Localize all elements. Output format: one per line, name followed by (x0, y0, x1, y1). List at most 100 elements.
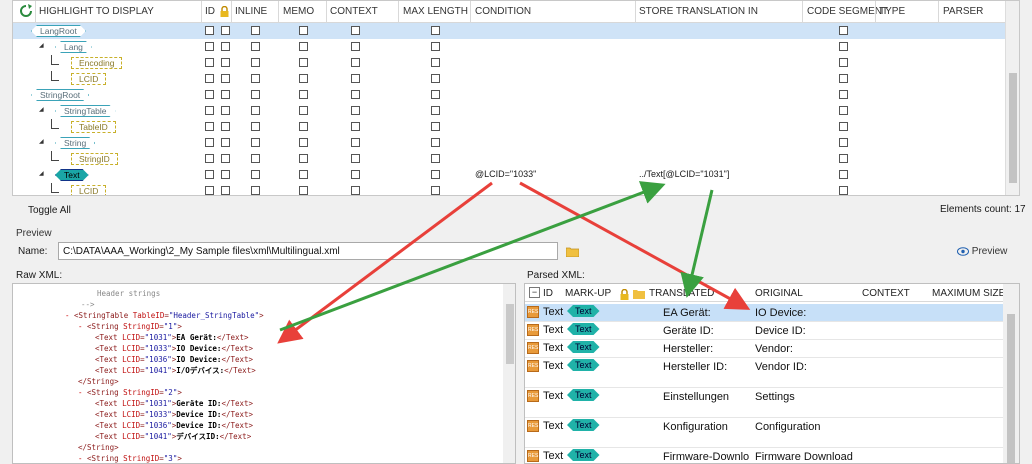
checkbox[interactable] (351, 58, 360, 67)
grid-row[interactable]: LCID (13, 183, 1005, 195)
checkbox[interactable] (351, 26, 360, 35)
checkbox[interactable] (839, 122, 848, 131)
translated-cell[interactable]: Geräte ID: (663, 325, 714, 337)
checkbox[interactable] (351, 74, 360, 83)
checkbox[interactable] (351, 138, 360, 147)
checkbox[interactable] (839, 138, 848, 147)
checkbox[interactable] (205, 186, 214, 195)
checkbox[interactable] (221, 26, 230, 35)
col-store-translation[interactable]: STORE TRANSLATION IN (639, 6, 758, 17)
expand-arrow-icon[interactable]: ◢ (39, 42, 44, 49)
grid-row[interactable]: StringRoot (13, 87, 1005, 103)
checkbox[interactable] (431, 42, 440, 51)
parsed-col-markup[interactable]: MARK-UP (565, 288, 611, 299)
checkbox[interactable] (839, 90, 848, 99)
translated-cell[interactable]: Hersteller ID: (663, 361, 727, 373)
grid-row[interactable]: LangRoot (13, 23, 1005, 39)
col-condition[interactable]: CONDITION (475, 6, 531, 17)
checkbox[interactable] (431, 122, 440, 131)
preview-button[interactable]: Preview (957, 246, 1007, 257)
checkbox[interactable] (431, 186, 440, 195)
checkbox[interactable] (221, 106, 230, 115)
node-tag[interactable]: LCID (71, 73, 107, 85)
markup-tag[interactable]: Text (567, 389, 600, 401)
parsed-row[interactable]: RES Text Text Firmware-Downlo Firmware Downl… (525, 448, 1003, 463)
checkbox[interactable] (839, 42, 848, 51)
expand-icon[interactable]: − (529, 287, 540, 298)
col-parser[interactable]: PARSER (943, 6, 983, 17)
checkbox[interactable] (251, 138, 260, 147)
expand-arrow-icon[interactable]: ◢ (39, 170, 44, 177)
translated-cell[interactable]: Hersteller: (663, 343, 713, 355)
checkbox[interactable] (431, 170, 440, 179)
checkbox[interactable] (221, 186, 230, 195)
checkbox[interactable] (299, 186, 308, 195)
col-memo[interactable]: MEMO (283, 6, 314, 17)
grid-row[interactable]: ◢ Text @LCID="1033" ../Text[@LCID="1031"] (13, 167, 1005, 183)
checkbox[interactable] (251, 42, 260, 51)
expand-arrow-icon[interactable]: ◢ (39, 138, 44, 145)
checkbox[interactable] (299, 90, 308, 99)
checkbox[interactable] (205, 122, 214, 131)
grid-row[interactable]: ◢ String (13, 135, 1005, 151)
parsed-col-context[interactable]: CONTEXT (862, 288, 910, 299)
checkbox[interactable] (299, 58, 308, 67)
raw-xml-panel[interactable]: Header strings --> - <StringTable TableID=… (12, 283, 516, 464)
checkbox[interactable] (221, 90, 230, 99)
node-tag[interactable]: StringID (71, 153, 118, 165)
node-tag[interactable]: LangRoot (31, 25, 86, 37)
parsed-row[interactable]: RES Text Text EA Gerät: IO Device: (525, 304, 1003, 322)
grid-scrollbar[interactable] (1005, 1, 1019, 195)
parsed-row[interactable]: RES Text Text Einstellungen Settings (525, 388, 1003, 418)
parsed-xml-panel[interactable]: − ID MARK-UP TRANSLATED ORIGINAL CONTEXT… (524, 283, 1020, 464)
checkbox[interactable] (251, 58, 260, 67)
checkbox[interactable] (299, 106, 308, 115)
checkbox[interactable] (251, 170, 260, 179)
grid-row[interactable]: StringID (13, 151, 1005, 167)
checkbox[interactable] (839, 58, 848, 67)
checkbox[interactable] (299, 138, 308, 147)
checkbox[interactable] (299, 26, 308, 35)
col-id[interactable]: ID (205, 6, 215, 17)
parsed-row[interactable]: RES Text Text Konfiguration Configuration (525, 418, 1003, 448)
markup-tag[interactable]: Text (567, 359, 600, 371)
checkbox[interactable] (351, 106, 360, 115)
checkbox[interactable] (205, 170, 214, 179)
node-tag[interactable]: LCID (71, 185, 107, 195)
node-tag[interactable]: Encoding (71, 57, 123, 69)
condition-value[interactable]: @LCID="1033" (475, 169, 536, 179)
checkbox[interactable] (431, 58, 440, 67)
grid-row[interactable]: ◢ StringTable (13, 103, 1005, 119)
refresh-icon[interactable] (19, 4, 33, 18)
checkbox[interactable] (205, 106, 214, 115)
checkbox[interactable] (205, 74, 214, 83)
checkbox[interactable] (431, 26, 440, 35)
translated-cell[interactable]: Firmware-Downlo (663, 451, 749, 463)
parsed-row[interactable]: RES Text Text Hersteller ID: Vendor ID: (525, 358, 1003, 388)
checkbox[interactable] (299, 154, 308, 163)
grid-row[interactable]: Encoding (13, 55, 1005, 71)
col-context[interactable]: CONTEXT (330, 6, 378, 17)
grid-row[interactable]: ◢ Lang (13, 39, 1005, 55)
checkbox[interactable] (839, 186, 848, 195)
checkbox[interactable] (251, 154, 260, 163)
checkbox[interactable] (251, 26, 260, 35)
checkbox[interactable] (221, 122, 230, 131)
file-path-input[interactable] (58, 242, 558, 260)
checkbox[interactable] (839, 154, 848, 163)
checkbox[interactable] (839, 106, 848, 115)
checkbox[interactable] (351, 42, 360, 51)
checkbox[interactable] (251, 74, 260, 83)
node-tag[interactable]: Lang (55, 41, 92, 53)
store-translation-value[interactable]: ../Text[@LCID="1031"] (639, 169, 729, 179)
checkbox[interactable] (351, 154, 360, 163)
checkbox[interactable] (431, 106, 440, 115)
checkbox[interactable] (839, 74, 848, 83)
parsed-row[interactable]: RES Text Text Geräte ID: Device ID: (525, 322, 1003, 340)
checkbox[interactable] (221, 42, 230, 51)
checkbox[interactable] (351, 186, 360, 195)
parsed-col-max-size[interactable]: MAXIMUM SIZE (932, 288, 1005, 299)
raw-xml-scrollbar[interactable] (503, 284, 515, 463)
parsed-col-translated[interactable]: TRANSLATED (649, 288, 714, 299)
parsed-col-id[interactable]: ID (543, 288, 553, 299)
